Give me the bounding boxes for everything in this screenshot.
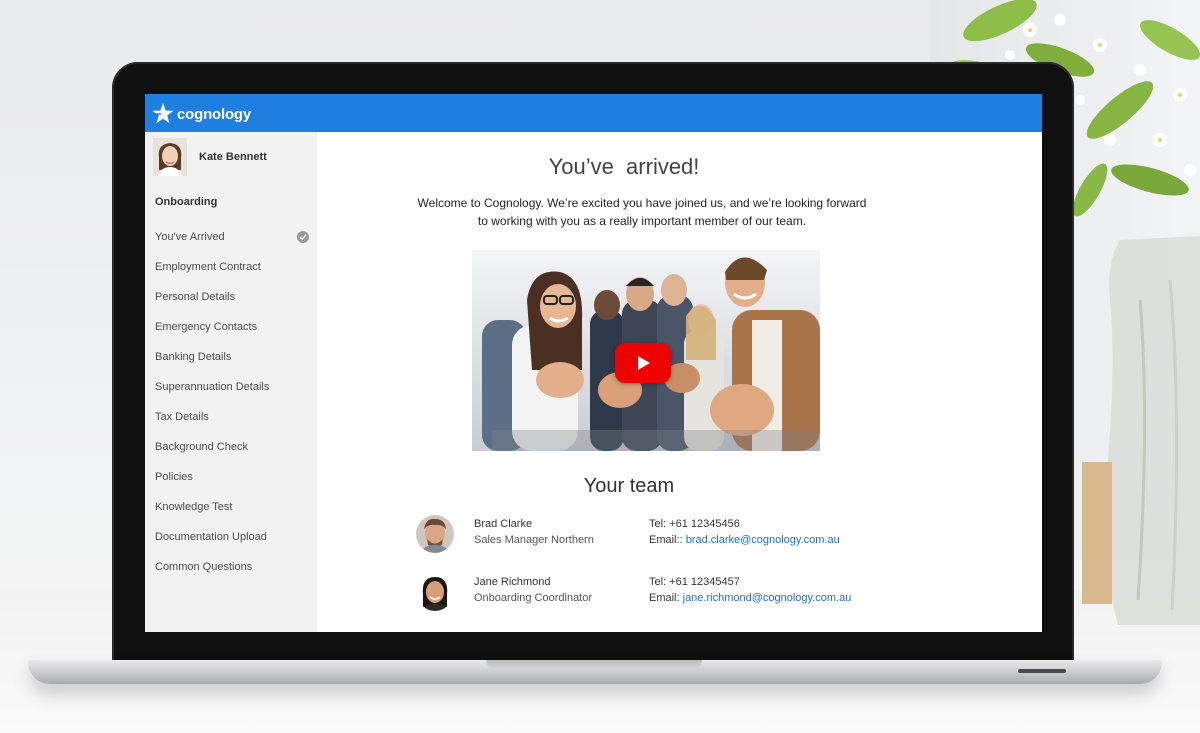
sidebar-item-label: Banking Details bbox=[155, 351, 232, 363]
team-member-role: Sales Manager Northern bbox=[474, 534, 594, 546]
user-profile[interactable]: Kate Bennett bbox=[153, 138, 267, 176]
sidebar-item-label: Employment Contract bbox=[155, 261, 261, 273]
welcome-video[interactable] bbox=[472, 250, 820, 451]
team-member-phone: Tel: +61 12345456 bbox=[649, 518, 740, 530]
team-member-email-line: Email:: brad.clarke@cognology.com.au bbox=[649, 534, 840, 546]
cognology-logo[interactable]: cognology bbox=[151, 102, 251, 126]
brand-name: cognology bbox=[177, 105, 252, 123]
avatar bbox=[416, 515, 454, 553]
sidebar-item-label: You've Arrived bbox=[155, 231, 225, 243]
avatar bbox=[153, 138, 187, 176]
sidebar-item-superannuation-details[interactable]: Superannuation Details bbox=[145, 372, 317, 402]
sidebar-item-label: Common Questions bbox=[155, 561, 253, 573]
sidebar-item-background-check[interactable]: Background Check bbox=[145, 432, 317, 462]
sidebar-item-label: Superannuation Details bbox=[155, 381, 270, 393]
check-circle-icon bbox=[297, 231, 309, 243]
sidebar-item-label: Knowledge Test bbox=[155, 501, 233, 513]
welcome-message: Welcome to Cognology. We’re excited you … bbox=[417, 196, 867, 228]
sidebar-item-common-questions[interactable]: Common Questions bbox=[145, 552, 317, 582]
sidebar-item-policies[interactable]: Policies bbox=[145, 462, 317, 492]
onboarding-nav: You've Arrived Employment Contract Perso… bbox=[145, 222, 317, 582]
sidebar-section-title: Onboarding bbox=[155, 196, 218, 208]
app-screen: cognology Kate Bennett Onboarding You've… bbox=[145, 94, 1042, 632]
user-name: Kate Bennett bbox=[199, 151, 267, 163]
star-logo-icon bbox=[152, 103, 174, 124]
sidebar-item-tax-details[interactable]: Tax Details bbox=[145, 402, 317, 432]
email-label: Email: bbox=[649, 592, 683, 604]
sidebar-item-banking-details[interactable]: Banking Details bbox=[145, 342, 317, 372]
team-member-phone: Tel: +61 12345457 bbox=[649, 576, 740, 588]
team-member-email-link[interactable]: jane.richmond@cognology.com.au bbox=[683, 592, 852, 604]
sidebar-item-label: Personal Details bbox=[155, 291, 236, 303]
sidebar-item-youve-arrived[interactable]: You've Arrived bbox=[145, 222, 317, 252]
page-title: You’ve arrived! bbox=[548, 154, 700, 179]
sidebar-item-employment-contract[interactable]: Employment Contract bbox=[145, 252, 317, 282]
team-member-card: Jane Richmond Onboarding Coordinator Tel… bbox=[416, 573, 976, 613]
sidebar-item-label: Emergency Contacts bbox=[155, 321, 258, 333]
sidebar-item-label: Policies bbox=[155, 471, 193, 483]
team-member-role: Onboarding Coordinator bbox=[474, 592, 593, 604]
team-member-email-link[interactable]: brad.clarke@cognology.com.au bbox=[686, 534, 840, 546]
team-section-title: Your team bbox=[583, 475, 675, 497]
laptop-notch bbox=[486, 660, 702, 669]
sidebar-item-personal-details[interactable]: Personal Details bbox=[145, 282, 317, 312]
sidebar-item-label: Documentation Upload bbox=[155, 531, 267, 543]
email-label: Email:: bbox=[649, 534, 686, 546]
team-member-email-line: Email: jane.richmond@cognology.com.au bbox=[649, 592, 851, 604]
sidebar-item-emergency-contacts[interactable]: Emergency Contacts bbox=[145, 312, 317, 342]
sidebar-item-label: Background Check bbox=[155, 441, 248, 453]
top-bar: cognology bbox=[145, 94, 1042, 132]
youtube-play-icon[interactable] bbox=[615, 343, 671, 383]
sidebar-item-knowledge-test[interactable]: Knowledge Test bbox=[145, 492, 317, 522]
team-member-card: Brad Clarke Sales Manager Northern Tel: … bbox=[416, 515, 976, 555]
laptop-foot bbox=[1018, 669, 1066, 673]
team-member-name: Brad Clarke bbox=[474, 518, 533, 530]
main-content: You’ve arrived! Welcome to Cognology. We… bbox=[317, 132, 1042, 632]
sidebar-item-documentation-upload[interactable]: Documentation Upload bbox=[145, 522, 317, 552]
sidebar: Kate Bennett Onboarding You've Arrived E… bbox=[145, 132, 317, 632]
avatar bbox=[416, 573, 454, 611]
sidebar-item-label: Tax Details bbox=[155, 411, 209, 423]
team-member-name: Jane Richmond bbox=[474, 576, 551, 588]
